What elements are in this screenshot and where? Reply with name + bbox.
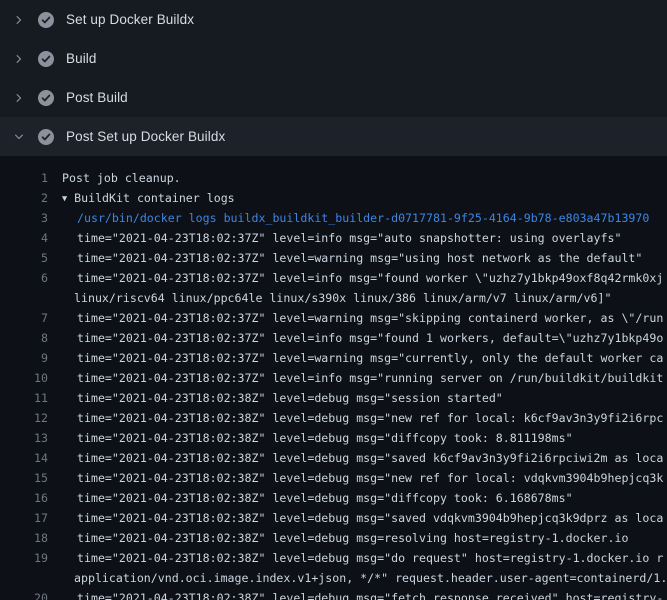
log-line-number[interactable]: 12 xyxy=(0,408,48,428)
step-label: Post Set up Docker Buildx xyxy=(66,129,225,144)
log-line-number xyxy=(0,568,48,588)
log-line-number[interactable]: 4 xyxy=(0,228,48,248)
log-line-continuation: linux/riscv64 linux/ppc64le linux/s390x … xyxy=(0,288,667,308)
log-line: 18 time="2021-04-23T18:02:38Z" level=debu… xyxy=(0,528,667,548)
log-line-number[interactable]: 16 xyxy=(0,488,48,508)
log-line: 17 time="2021-04-23T18:02:38Z" level=debu… xyxy=(0,508,667,528)
log-line: 15 time="2021-04-23T18:02:38Z" level=debu… xyxy=(0,468,667,488)
log-line-number[interactable]: 20 xyxy=(0,588,48,600)
log-line-text: time="2021-04-23T18:02:37Z" level=warnin… xyxy=(77,308,663,328)
log-line-number[interactable]: 17 xyxy=(0,508,48,528)
step-label: Build xyxy=(66,51,97,66)
log-line-number xyxy=(0,288,48,308)
log-line: 6 time="2021-04-23T18:02:37Z" level=info … xyxy=(0,268,667,288)
log-line-text: time="2021-04-23T18:02:37Z" level=warnin… xyxy=(77,348,663,368)
log-viewer: 1 Post job cleanup. 2 ▼ BuildKit container … xyxy=(0,156,667,600)
check-circle-icon xyxy=(38,51,54,67)
log-line: 10 time="2021-04-23T18:02:37Z" level=info… xyxy=(0,368,667,388)
log-line-text: linux/riscv64 linux/ppc64le linux/s390x … xyxy=(74,288,611,308)
log-line-text: time="2021-04-23T18:02:37Z" level=info m… xyxy=(77,268,663,288)
step-row-post-setup-docker-buildx[interactable]: Post Set up Docker Buildx xyxy=(0,117,667,156)
log-line-number[interactable]: 6 xyxy=(0,268,48,288)
step-label: Set up Docker Buildx xyxy=(66,12,194,27)
step-row-setup-docker-buildx[interactable]: Set up Docker Buildx xyxy=(0,0,667,39)
log-line-number[interactable]: 1 xyxy=(0,168,48,188)
log-line-text: time="2021-04-23T18:02:37Z" level=info m… xyxy=(77,228,621,248)
log-group-line: 2 ▼ BuildKit container logs xyxy=(0,188,667,208)
log-command-line: 3/usr/bin/docker logs buildx_buildkit_bu… xyxy=(0,208,667,228)
log-line-number[interactable]: 11 xyxy=(0,388,48,408)
log-line: 12 time="2021-04-23T18:02:38Z" level=debu… xyxy=(0,408,667,428)
log-line-number[interactable]: 10 xyxy=(0,368,48,388)
log-line-number[interactable]: 2 xyxy=(0,188,48,208)
log-line: 16 time="2021-04-23T18:02:38Z" level=debu… xyxy=(0,488,667,508)
log-line: 14 time="2021-04-23T18:02:38Z" level=debu… xyxy=(0,448,667,468)
log-line-text: /usr/bin/docker logs buildx_buildkit_bui… xyxy=(77,208,649,228)
chevron-right-icon[interactable] xyxy=(13,14,25,26)
log-line-text: time="2021-04-23T18:02:37Z" level=warnin… xyxy=(77,248,642,268)
step-row-build[interactable]: Build xyxy=(0,39,667,78)
log-line-number[interactable]: 7 xyxy=(0,308,48,328)
check-circle-icon xyxy=(38,129,54,145)
log-line: 5 time="2021-04-23T18:02:37Z" level=warni… xyxy=(0,248,667,268)
log-group-label[interactable]: BuildKit container logs xyxy=(74,191,235,205)
log-line-continuation: application/vnd.oci.image.index.v1+json,… xyxy=(0,568,667,588)
log-line-text: time="2021-04-23T18:02:38Z" level=debug … xyxy=(77,588,663,600)
log-line-text: time="2021-04-23T18:02:38Z" level=debug … xyxy=(77,448,663,468)
actions-log-panel: Set up Docker Buildx Build Post Build xyxy=(0,0,667,600)
log-line-text: time="2021-04-23T18:02:38Z" level=debug … xyxy=(77,488,573,508)
log-line-text: time="2021-04-23T18:02:37Z" level=info m… xyxy=(77,328,663,348)
check-circle-icon xyxy=(38,90,54,106)
log-line-text: Post job cleanup. xyxy=(62,168,181,188)
check-circle-icon xyxy=(38,12,54,28)
log-line-number[interactable]: 9 xyxy=(0,348,48,368)
log-line-number[interactable]: 15 xyxy=(0,468,48,488)
steps-list: Set up Docker Buildx Build Post Build xyxy=(0,0,667,156)
log-line-number[interactable]: 5 xyxy=(0,248,48,268)
log-line-text: time="2021-04-23T18:02:38Z" level=debug … xyxy=(77,468,663,488)
log-line: 11 time="2021-04-23T18:02:38Z" level=debu… xyxy=(0,388,667,408)
chevron-right-icon[interactable] xyxy=(13,53,25,65)
group-collapse-triangle-icon[interactable]: ▼ xyxy=(62,189,67,208)
log-line: 8 time="2021-04-23T18:02:37Z" level=info … xyxy=(0,328,667,348)
chevron-right-icon[interactable] xyxy=(13,92,25,104)
log-line-number[interactable]: 14 xyxy=(0,448,48,468)
log-line-number[interactable]: 19 xyxy=(0,548,48,568)
log-line: 4 time="2021-04-23T18:02:37Z" level=info … xyxy=(0,228,667,248)
log-line: 9 time="2021-04-23T18:02:37Z" level=warni… xyxy=(0,348,667,368)
log-line-text: time="2021-04-23T18:02:38Z" level=debug … xyxy=(77,408,663,428)
log-line-number[interactable]: 3 xyxy=(0,208,48,228)
log-line: 19 time="2021-04-23T18:02:38Z" level=debu… xyxy=(0,548,667,568)
step-label: Post Build xyxy=(66,90,128,105)
log-line-text: application/vnd.oci.image.index.v1+json,… xyxy=(74,568,667,588)
log-line: 1 Post job cleanup. xyxy=(0,168,667,188)
log-line-number[interactable]: 8 xyxy=(0,328,48,348)
log-line-text: time="2021-04-23T18:02:38Z" level=debug … xyxy=(77,508,663,528)
log-line: 20 time="2021-04-23T18:02:38Z" level=debu… xyxy=(0,588,667,600)
log-line-text: time="2021-04-23T18:02:38Z" level=debug … xyxy=(77,428,573,448)
log-line: 7 time="2021-04-23T18:02:37Z" level=warni… xyxy=(0,308,667,328)
log-line-text: time="2021-04-23T18:02:38Z" level=debug … xyxy=(77,388,503,408)
log-line-number[interactable]: 18 xyxy=(0,528,48,548)
log-line-number[interactable]: 13 xyxy=(0,428,48,448)
step-row-post-build[interactable]: Post Build xyxy=(0,78,667,117)
log-line-text: time="2021-04-23T18:02:38Z" level=debug … xyxy=(77,528,628,548)
log-line-text: time="2021-04-23T18:02:37Z" level=info m… xyxy=(77,368,663,388)
log-line-text: time="2021-04-23T18:02:38Z" level=debug … xyxy=(77,548,663,568)
chevron-down-icon[interactable] xyxy=(13,131,25,143)
log-line: 13 time="2021-04-23T18:02:38Z" level=debu… xyxy=(0,428,667,448)
